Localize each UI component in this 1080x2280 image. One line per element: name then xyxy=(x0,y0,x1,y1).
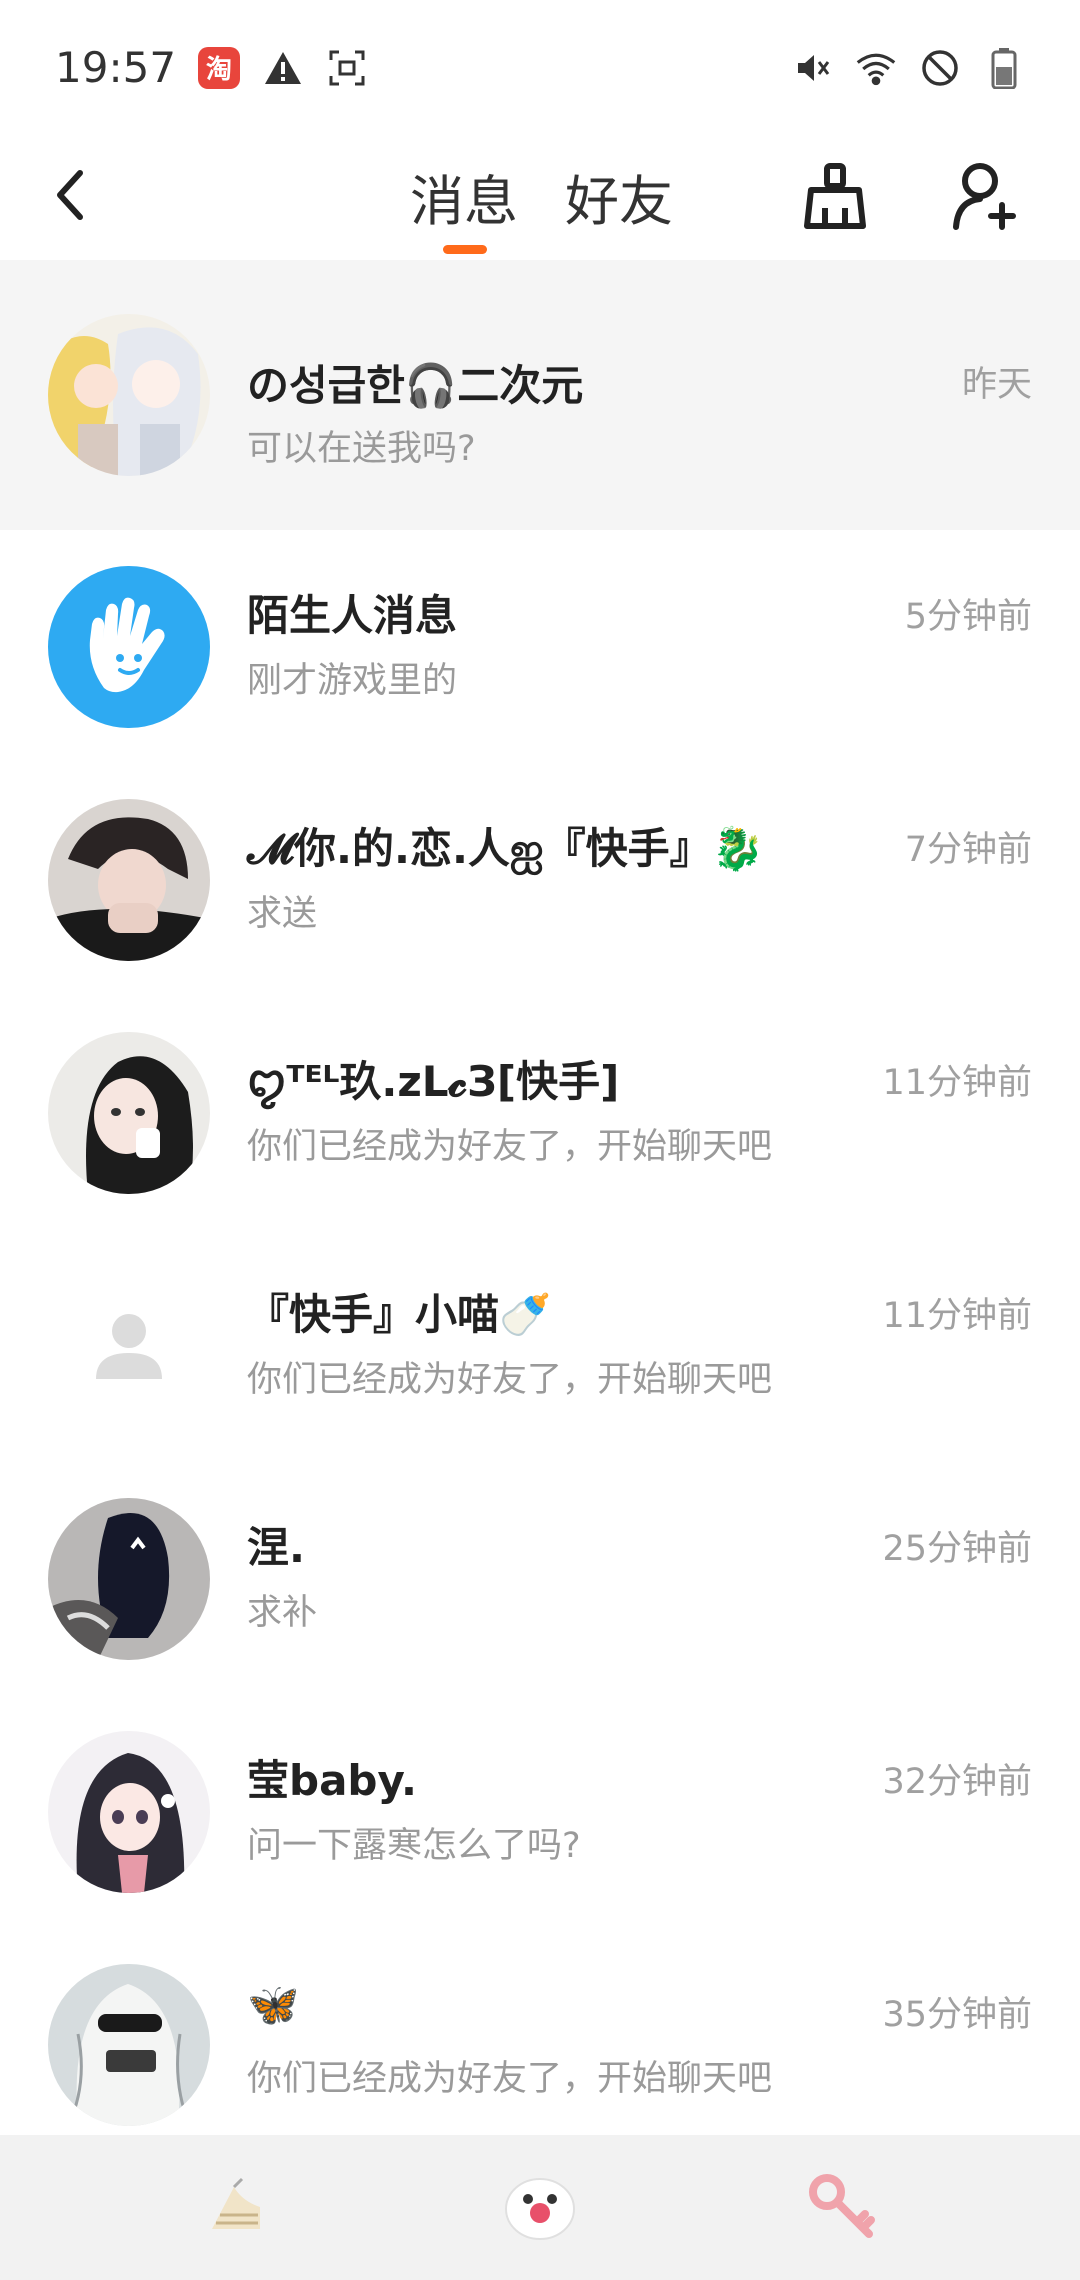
bottom-toolbar xyxy=(0,2135,1080,2280)
conversation-list: の성급한🎧二次元 可以在送我吗? 昨天 陌生人消息 刚才游戏里的 5分钟前 𝓜你… xyxy=(0,260,1080,2161)
message-time: 11分钟前 xyxy=(882,1063,1032,1103)
message-preview: 问一下露寒怎么了吗? xyxy=(247,1826,581,1866)
conversation-row[interactable]: 🦋 你们已经成为好友了，开始聊天吧 35分钟前 xyxy=(0,1928,1080,2161)
broom-icon xyxy=(804,163,866,229)
mute-icon xyxy=(791,47,833,89)
conversation-row[interactable]: 𝓜你.的.恋.人ஐ『快手』🐉 求送 7分钟前 xyxy=(0,763,1080,996)
message-time: 5分钟前 xyxy=(904,597,1032,637)
avatar[interactable] xyxy=(48,314,210,476)
taobao-icon: 淘 xyxy=(198,46,241,89)
contact-name: 𝓜你.的.恋.人ஐ『快手』🐉 xyxy=(247,824,764,873)
conversation-row[interactable]: 『快手』小喵🍼 你们已经成为好友了，开始聊天吧 11分钟前 xyxy=(0,1229,1080,1462)
conversation-row[interactable]: 陌生人消息 刚才游戏里的 5分钟前 xyxy=(0,530,1080,763)
avatar[interactable] xyxy=(48,1497,210,1660)
message-time: 32分钟前 xyxy=(882,1762,1032,1802)
add-user-icon xyxy=(953,163,1016,230)
message-preview: 你们已经成为好友了，开始聊天吧 xyxy=(247,1127,773,1167)
cake-button[interactable] xyxy=(187,2157,287,2257)
conversation-row[interactable]: 涅. 求补 25分钟前 xyxy=(0,1462,1080,1695)
warning-icon xyxy=(262,47,304,89)
contact-name: ꨄᵀᴱᴸ玖.zL𝓬З[快手] xyxy=(247,1057,620,1106)
battery-icon xyxy=(983,47,1025,89)
contact-name: 🦋 xyxy=(247,1980,300,2029)
active-tab-indicator xyxy=(443,245,487,254)
clown-button[interactable] xyxy=(490,2157,590,2257)
message-preview: 你们已经成为好友了，开始聊天吧 xyxy=(247,2059,773,2099)
message-time: 11分钟前 xyxy=(882,1296,1032,1336)
wifi-icon xyxy=(855,47,897,89)
contact-name: 涅. xyxy=(247,1523,305,1572)
contact-name: の성급한🎧二次元 xyxy=(247,361,584,410)
conversation-row[interactable]: の성급한🎧二次元 可以在送我吗? 昨天 xyxy=(0,260,1080,530)
avatar[interactable] xyxy=(48,1264,210,1427)
conversation-row[interactable]: 莹baby. 问一下露寒怎么了吗? 32分钟前 xyxy=(0,1695,1080,1928)
top-nav: 消息 好友 xyxy=(0,135,1080,260)
message-preview: 你们已经成为好友了，开始聊天吧 xyxy=(247,1360,773,1400)
key-button[interactable] xyxy=(792,2157,892,2257)
screenshot-icon xyxy=(326,47,368,89)
conversation-row[interactable]: ꨄᵀᴱᴸ玖.zL𝓬З[快手] 你们已经成为好友了，开始聊天吧 11分钟前 xyxy=(0,996,1080,1229)
avatar[interactable] xyxy=(48,798,210,961)
chevron-left-icon xyxy=(57,170,83,220)
back-button[interactable] xyxy=(40,155,100,235)
message-time: 25分钟前 xyxy=(882,1529,1032,1569)
message-preview: 求补 xyxy=(247,1593,318,1633)
tab-messages[interactable]: 消息 xyxy=(410,157,518,236)
clock-time: 19:57 xyxy=(55,43,177,92)
message-time: 昨天 xyxy=(961,365,1032,405)
hand-icon xyxy=(89,597,165,692)
clown-face-icon xyxy=(505,2178,575,2240)
contact-name: 莹baby. xyxy=(247,1756,417,1805)
avatar[interactable] xyxy=(48,565,210,728)
add-friend-button[interactable] xyxy=(950,157,1020,235)
avatar[interactable] xyxy=(48,1963,210,2126)
contact-name: 陌生人消息 xyxy=(247,591,458,640)
message-time: 35分钟前 xyxy=(882,1995,1032,2035)
do-not-disturb-icon xyxy=(919,47,961,89)
default-user-icon xyxy=(96,1313,162,1379)
message-preview: 可以在送我吗? xyxy=(247,429,476,469)
key-icon xyxy=(809,2174,875,2238)
status-bar: 19:57 淘 xyxy=(0,0,1080,135)
avatar[interactable] xyxy=(48,1031,210,1194)
cake-icon xyxy=(212,2177,260,2229)
tab-friends[interactable]: 好友 xyxy=(565,157,673,236)
message-time: 7分钟前 xyxy=(904,830,1032,870)
clear-unread-button[interactable] xyxy=(800,157,870,235)
avatar[interactable] xyxy=(48,1730,210,1893)
message-preview: 求送 xyxy=(247,894,318,934)
contact-name: 『快手』小喵🍼 xyxy=(247,1290,552,1339)
message-preview: 刚才游戏里的 xyxy=(247,661,458,701)
